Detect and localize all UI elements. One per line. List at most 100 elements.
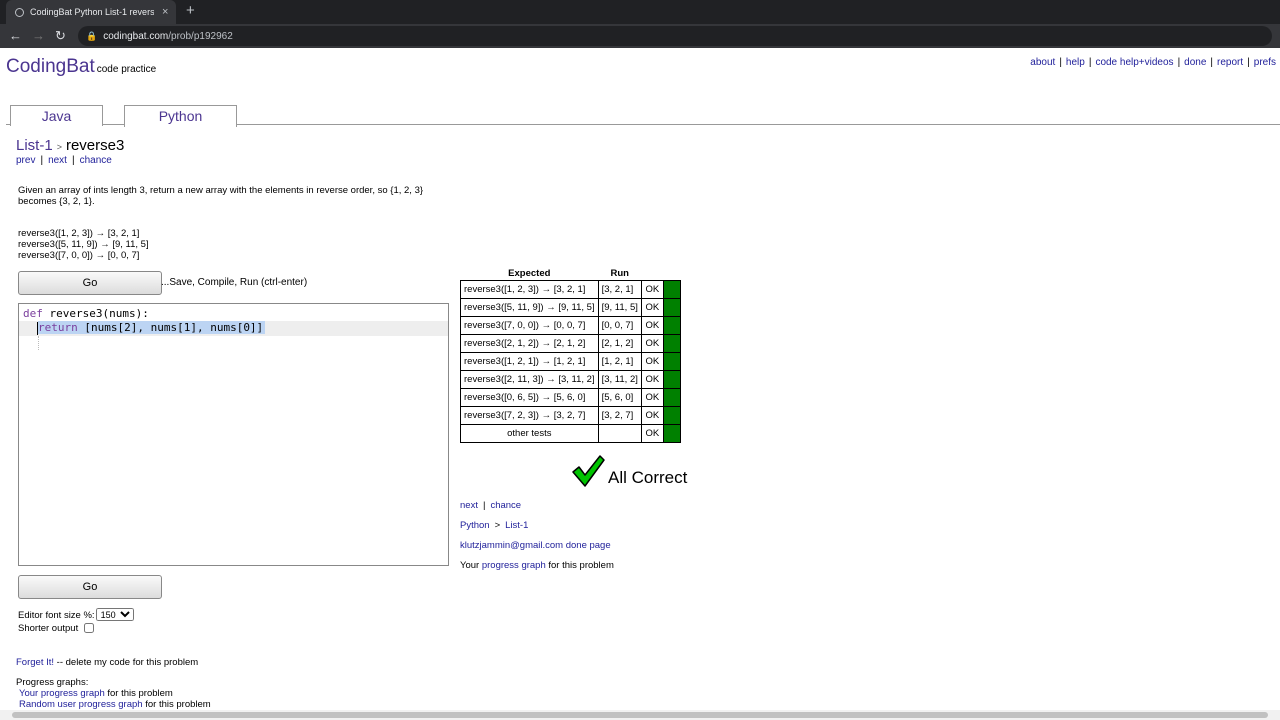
reload-icon[interactable]: ↻: [55, 28, 66, 44]
python-link[interactable]: Python: [460, 520, 490, 531]
chance-link[interactable]: chance: [80, 155, 112, 166]
expected-cell: reverse3([7, 2, 3]) → [3, 2, 7]: [460, 406, 599, 425]
site-logo[interactable]: CodingBat code practice: [6, 56, 156, 78]
run-cell: [9, 11, 5]: [597, 298, 642, 317]
code-line-1: def reverse3(nums):: [23, 307, 149, 320]
globe-icon: [15, 7, 24, 17]
font-size-select[interactable]: 150: [95, 608, 134, 621]
other-tests-cell: other tests: [460, 424, 599, 443]
result-chance-link[interactable]: chance: [490, 500, 521, 511]
forget-it-link[interactable]: Forget It!: [16, 657, 54, 668]
run-cell: [1, 2, 1]: [597, 352, 642, 371]
result-breadcrumb: Python > List-1: [460, 520, 529, 531]
result-nav: next | chance: [460, 500, 522, 511]
status-cell: OK: [640, 388, 664, 407]
table-row: reverse3([2, 1, 2]) → [2, 1, 2] [2, 1, 2]…: [460, 334, 681, 353]
breadcrumb-section[interactable]: List-1: [16, 137, 53, 154]
pass-indicator: [662, 370, 681, 389]
run-header: Run: [610, 267, 629, 279]
address-toolbar: ← → ↻ 🔒 codingbat.com/prob/p192962: [0, 24, 1280, 48]
logo-tagline: code practice: [96, 64, 157, 75]
status-cell: OK: [640, 352, 664, 371]
table-row: reverse3([7, 2, 3]) → [3, 2, 7] [3, 2, 7]…: [460, 406, 681, 425]
expected-cell: reverse3([2, 1, 2]) → [2, 1, 2]: [460, 334, 599, 353]
shorter-output-checkbox[interactable]: [84, 623, 95, 634]
page-title: reverse3: [65, 137, 125, 154]
expected-cell: reverse3([1, 2, 1]) → [1, 2, 1]: [460, 352, 599, 371]
prev-link[interactable]: prev: [16, 155, 35, 166]
shorter-output-option: Shorter output: [18, 623, 95, 634]
shorter-output-label: Shorter output: [18, 623, 79, 634]
checkmark-icon: [572, 455, 605, 487]
expected-cell: reverse3([7, 0, 0]) → [0, 0, 7]: [460, 316, 599, 335]
font-size-label: Editor font size %:: [18, 610, 95, 621]
back-icon[interactable]: ←: [9, 28, 22, 44]
pass-indicator: [662, 352, 681, 371]
forget-it: Forget It! -- delete my code for this pr…: [16, 657, 199, 668]
pass-indicator: [662, 280, 681, 299]
problem-description: Given an array of ints length 3, return …: [18, 185, 424, 207]
url-bar[interactable]: 🔒 codingbat.com/prob/p192962: [78, 26, 1272, 46]
random-progress-graph-link[interactable]: Random user progress graph: [19, 699, 143, 710]
pass-indicator: [662, 406, 681, 425]
status-cell: OK: [640, 334, 664, 353]
top-link-code-help-videos[interactable]: code help+videos: [1095, 57, 1173, 68]
forward-icon[interactable]: →: [32, 28, 45, 44]
done-page-link[interactable]: klutzjammin@gmail.com done page: [460, 540, 611, 551]
done-page: klutzjammin@gmail.com done page: [460, 540, 611, 551]
indent-guide: [38, 336, 39, 350]
code-editor[interactable]: def reverse3(nums): return [nums[2], num…: [18, 303, 449, 566]
close-tab-icon[interactable]: ×: [162, 6, 168, 18]
table-row: other tests OK: [460, 424, 681, 443]
new-tab-button[interactable]: +: [186, 2, 195, 19]
table-row: reverse3([7, 0, 0]) → [0, 0, 7] [0, 0, 7]…: [460, 316, 681, 335]
example-line: reverse3([5, 11, 9]) → [9, 11, 5]: [18, 239, 149, 250]
text-cursor: [37, 322, 38, 335]
breadcrumb-separator: >: [56, 142, 62, 152]
tab-title: CodingBat Python List-1 reverse3: [30, 7, 154, 17]
status-cell: OK: [640, 424, 664, 443]
run-cell: [0, 0, 7]: [597, 316, 642, 335]
selected-code: return [nums[2], nums[1], nums[0]]: [38, 321, 266, 334]
examples: reverse3([1, 2, 3]) → [3, 2, 1] reverse3…: [18, 228, 149, 261]
browser-tab[interactable]: CodingBat Python List-1 reverse3 ×: [6, 0, 176, 24]
progress-graphs: Progress graphs: Your progress graph for…: [16, 677, 211, 710]
table-row: reverse3([0, 6, 5]) → [5, 6, 0] [5, 6, 0]…: [460, 388, 681, 407]
pass-indicator: [662, 388, 681, 407]
result-next-link[interactable]: next: [460, 500, 478, 511]
url-path: /prob/p192962: [168, 30, 233, 42]
top-link-help[interactable]: help: [1066, 57, 1085, 68]
all-correct: All Correct: [570, 453, 687, 489]
status-cell: OK: [640, 406, 664, 425]
top-link-about[interactable]: about: [1030, 57, 1055, 68]
tab-java[interactable]: Java: [10, 105, 103, 126]
pass-indicator: [662, 316, 681, 335]
tab-python[interactable]: Python: [124, 105, 237, 127]
run-cell: [597, 424, 642, 443]
run-cell: [3, 2, 7]: [597, 406, 642, 425]
horizontal-scrollbar[interactable]: [0, 710, 1280, 720]
scrollbar-thumb[interactable]: [12, 712, 1268, 718]
your-progress-graph-link[interactable]: Your progress graph: [19, 688, 105, 699]
next-link[interactable]: next: [48, 155, 67, 166]
results-table: Expected Run reverse3([1, 2, 3]) → [3, 2…: [460, 266, 681, 443]
expected-cell: reverse3([1, 2, 3]) → [3, 2, 1]: [460, 280, 599, 299]
expected-cell: reverse3([2, 11, 3]) → [3, 11, 2]: [460, 370, 599, 389]
top-link-prefs[interactable]: prefs: [1254, 57, 1276, 68]
top-link-report[interactable]: report: [1217, 57, 1243, 68]
pass-indicator: [662, 334, 681, 353]
run-cell: [3, 11, 2]: [597, 370, 642, 389]
example-line: reverse3([7, 0, 0]) → [0, 0, 7]: [18, 250, 140, 261]
status-cell: OK: [640, 298, 664, 317]
progress-graph-link[interactable]: progress graph: [482, 560, 546, 571]
top-link-done[interactable]: done: [1184, 57, 1206, 68]
run-cell: [2, 1, 2]: [597, 334, 642, 353]
lock-icon: 🔒: [86, 30, 98, 41]
go-button[interactable]: Go: [18, 271, 162, 295]
go-button-bottom[interactable]: Go: [18, 575, 162, 599]
table-row: reverse3([1, 2, 1]) → [1, 2, 1] [1, 2, 1]…: [460, 352, 681, 371]
run-cell: [3, 2, 1]: [597, 280, 642, 299]
list1-link[interactable]: List-1: [505, 520, 528, 531]
logo-text[interactable]: CodingBat: [6, 56, 95, 77]
code-line-2: return [nums[2], nums[1], nums[0]]: [19, 321, 448, 336]
